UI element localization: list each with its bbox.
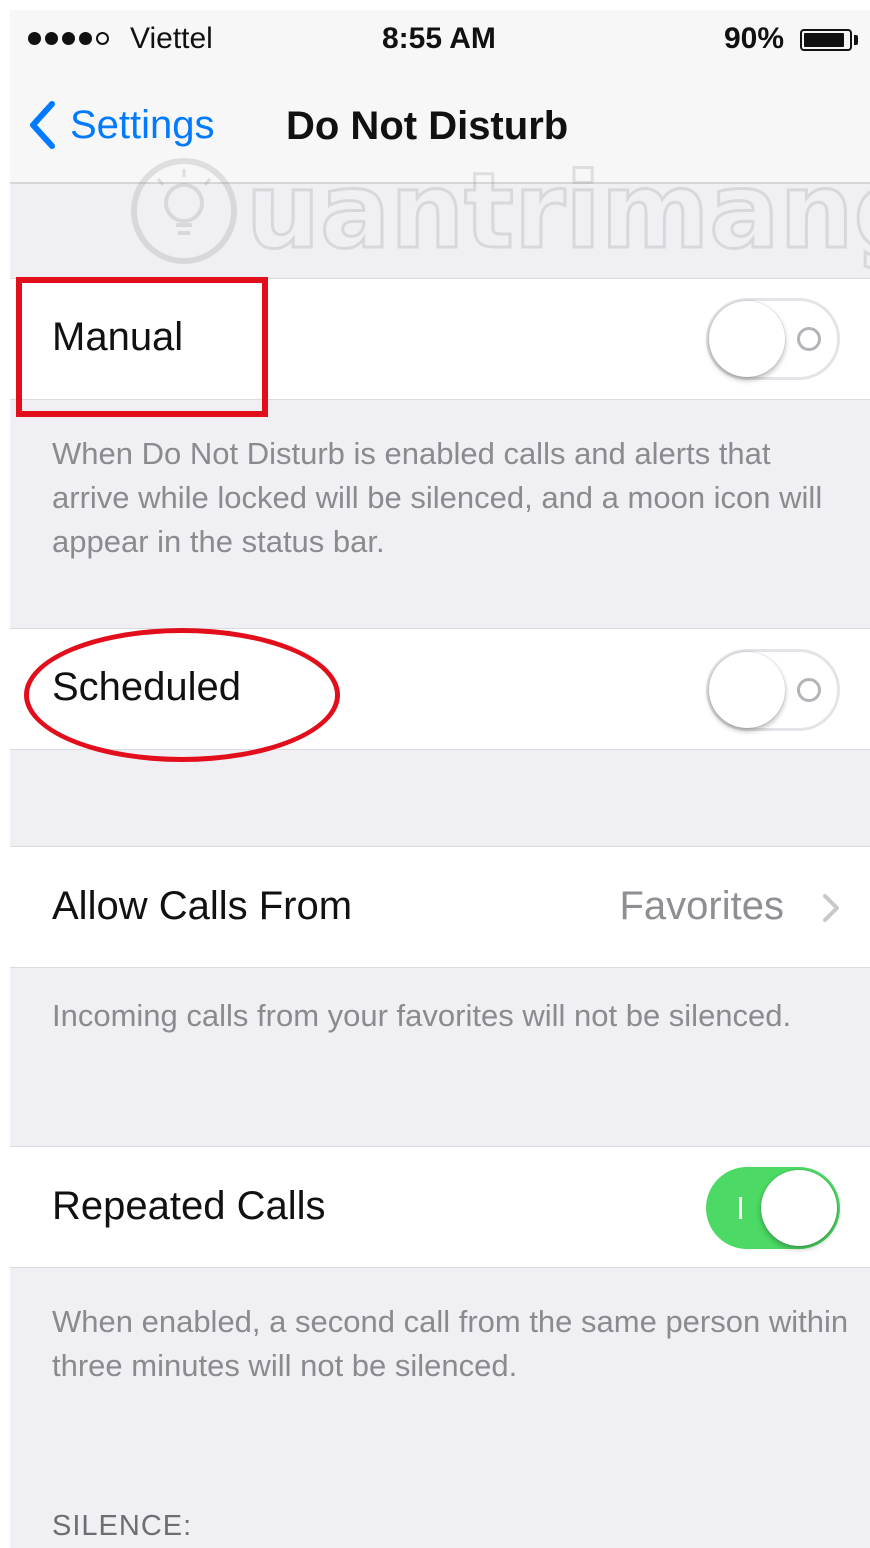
back-button[interactable]: Settings — [28, 100, 215, 150]
status-time: 8:55 AM — [382, 22, 496, 55]
annotation-rectangle — [16, 277, 268, 417]
manual-footer-text: When Do Not Disturb is enabled calls and… — [52, 436, 823, 559]
chevron-left-icon — [28, 100, 56, 150]
settings-screen: Viettel 8:55 AM 90% Settings Do Not Dist… — [10, 10, 870, 1548]
page-title: Do Not Disturb — [286, 104, 569, 148]
back-button-label: Settings — [70, 102, 215, 147]
manual-switch[interactable] — [706, 298, 840, 380]
navigation-bar: Settings Do Not Disturb — [10, 70, 870, 184]
allow-calls-from-label: Allow Calls From — [52, 884, 353, 928]
signal-strength-icon — [28, 32, 109, 45]
repeated-calls-label: Repeated Calls — [52, 1184, 326, 1228]
carrier-name: Viettel — [130, 22, 213, 55]
scheduled-switch[interactable] — [706, 649, 840, 731]
battery-icon — [800, 29, 852, 51]
repeated-calls-footer-text: When enabled, a second call from the sam… — [52, 1304, 849, 1383]
allow-calls-from-value: Favorites — [619, 884, 785, 928]
allow-calls-footer-text: Incoming calls from your favorites will … — [52, 998, 792, 1033]
repeated-calls-row: Repeated Calls — [10, 1146, 870, 1268]
silence-section-header: SILENCE: — [52, 1510, 193, 1542]
battery-percent: 90% — [724, 22, 785, 55]
status-bar: Viettel 8:55 AM 90% — [10, 10, 870, 70]
allow-calls-from-row[interactable]: Allow Calls From Favorites — [10, 846, 870, 968]
repeated-calls-switch[interactable] — [706, 1167, 840, 1249]
chevron-right-icon — [822, 893, 840, 928]
annotation-ellipse — [24, 628, 340, 762]
